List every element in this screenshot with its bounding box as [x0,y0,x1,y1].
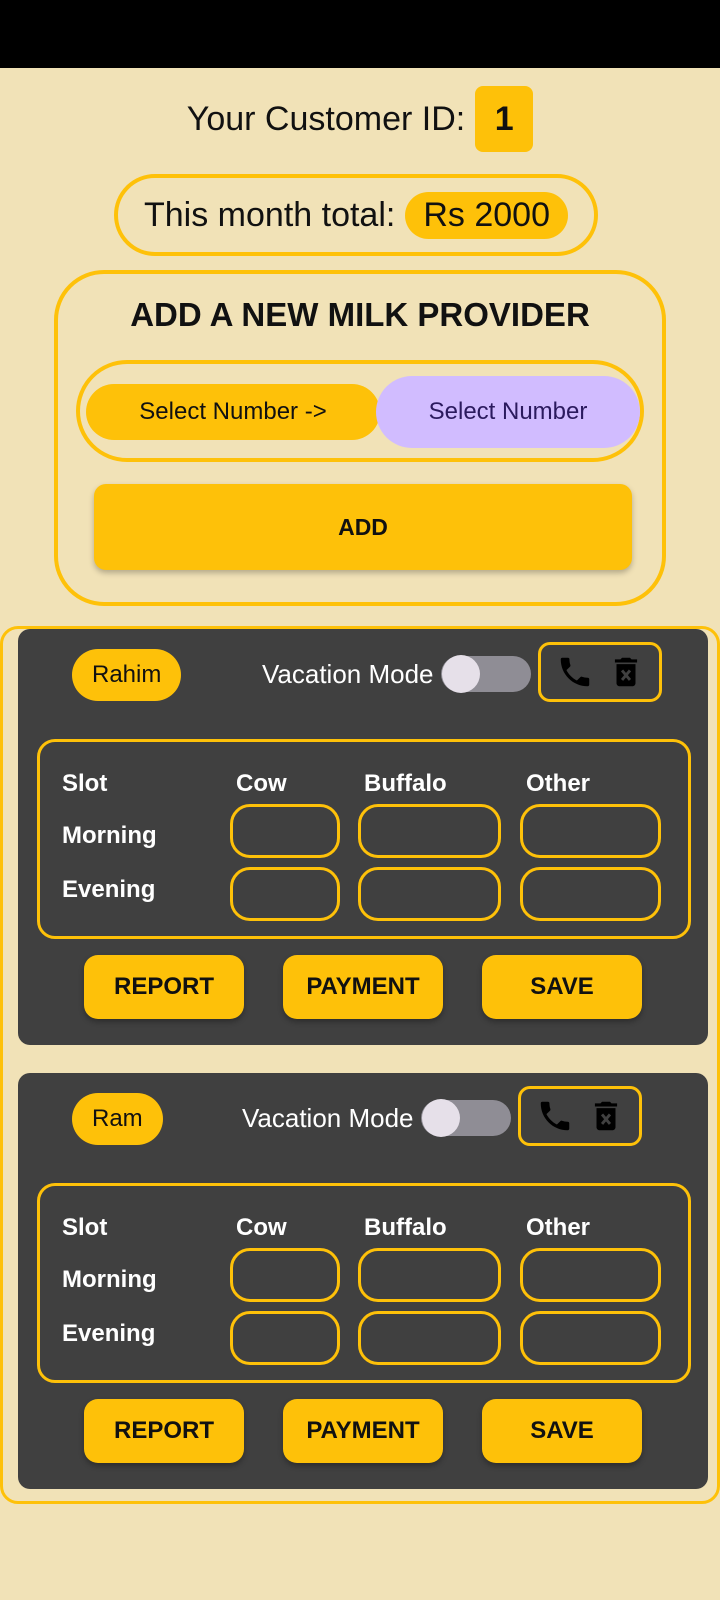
select-number-prompt: Select Number -> [86,384,380,440]
vacation-mode-toggle[interactable] [441,655,531,693]
add-button[interactable]: ADD [94,484,632,570]
add-provider-title: ADD A NEW MILK PROVIDER [130,296,590,333]
evening-label: Evening [62,1320,156,1347]
customer-id-badge: 1 [475,86,534,152]
provider-name: Ram [72,1093,163,1145]
month-total-value: Rs 2000 [405,191,568,239]
vacation-mode-label: Vacation Mode [262,659,434,689]
provider-name: Rahim [72,649,182,701]
milk-quantity-table: Slot Cow Buffalo Other Morning Evening [37,739,691,939]
evening-other-input[interactable] [520,867,661,921]
month-total-label: This month total: [144,195,396,234]
select-number-button[interactable]: Select Number [376,376,640,448]
provider-list: Rahim Vacation Mode Slot Cow Buffalo Oth… [0,626,720,1504]
select-number-row: Select Number -> Select Number [76,360,644,462]
milk-quantity-table: Slot Cow Buffalo Other Morning Evening [37,1183,691,1383]
vacation-mode-label: Vacation Mode [242,1103,414,1133]
buffalo-header: Buffalo [364,770,447,797]
month-total: This month total: Rs 2000 [114,174,598,256]
cow-header: Cow [236,1214,287,1241]
morning-other-input[interactable] [520,804,661,858]
add-provider-card: ADD A NEW MILK PROVIDER Select Number ->… [54,270,666,606]
slot-header: Slot [62,770,108,797]
save-button[interactable]: SAVE [482,955,642,1019]
other-header: Other [526,770,591,797]
customer-id-row: Your Customer ID: 1 [0,86,720,152]
other-header: Other [526,1214,591,1241]
provider-card: Rahim Vacation Mode Slot Cow Buffalo Oth… [18,629,708,1045]
morning-cow-input[interactable] [230,1248,340,1302]
payment-button[interactable]: PAYMENT [283,1399,443,1463]
vacation-mode-toggle[interactable] [421,1099,511,1137]
provider-card: Ram Vacation Mode Slot Cow Buffalo Other… [18,1073,708,1489]
toggle-knob [422,1099,460,1137]
provider-actions [538,642,662,702]
delete-icon[interactable] [587,1097,625,1135]
save-button[interactable]: SAVE [482,1399,642,1463]
morning-label: Morning [62,822,157,849]
customer-id-label: Your Customer ID: [186,99,466,138]
status-bar [0,0,720,68]
delete-icon[interactable] [607,653,645,691]
morning-cow-input[interactable] [230,804,340,858]
toggle-knob [442,655,480,693]
slot-header: Slot [62,1214,108,1241]
morning-buffalo-input[interactable] [358,804,501,858]
evening-label: Evening [62,876,156,903]
phone-icon[interactable] [536,1097,574,1135]
provider-actions [518,1086,642,1146]
buffalo-header: Buffalo [364,1214,447,1241]
evening-cow-input[interactable] [230,867,340,921]
morning-buffalo-input[interactable] [358,1248,501,1302]
report-button[interactable]: REPORT [84,955,244,1019]
report-button[interactable]: REPORT [84,1399,244,1463]
evening-buffalo-input[interactable] [358,867,501,921]
evening-buffalo-input[interactable] [358,1311,501,1365]
phone-icon[interactable] [556,653,594,691]
morning-label: Morning [62,1266,157,1293]
morning-other-input[interactable] [520,1248,661,1302]
cow-header: Cow [236,770,287,797]
evening-other-input[interactable] [520,1311,661,1365]
payment-button[interactable]: PAYMENT [283,955,443,1019]
evening-cow-input[interactable] [230,1311,340,1365]
